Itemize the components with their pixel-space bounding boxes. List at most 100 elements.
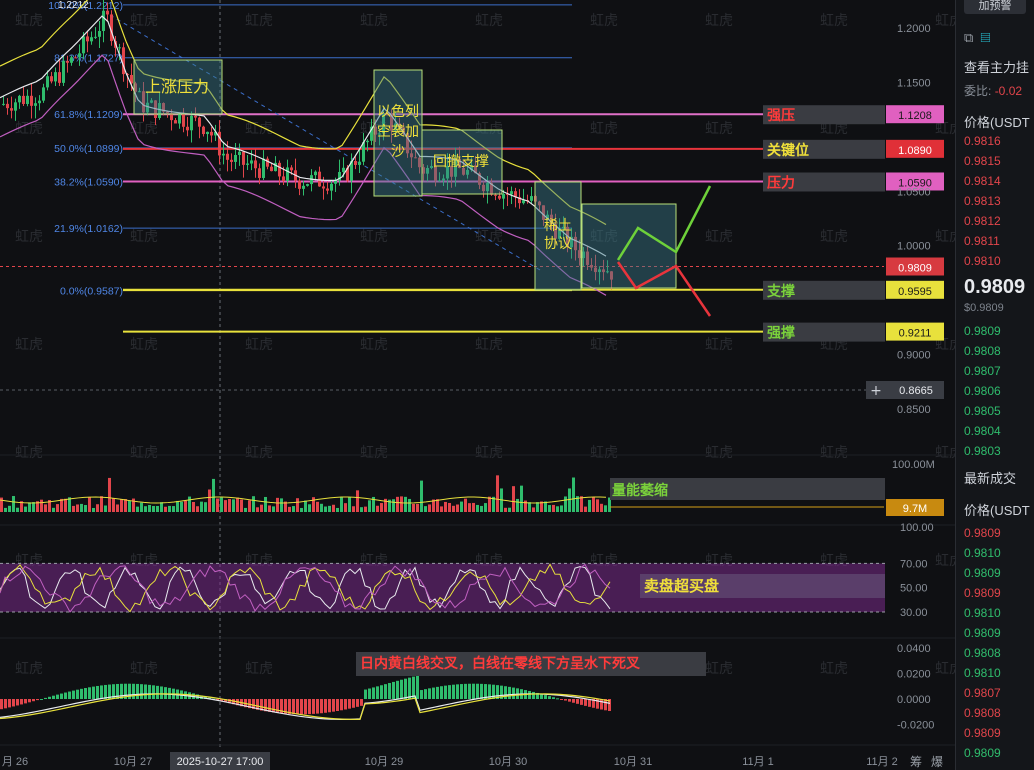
volume-bar [592, 497, 595, 512]
volume-bar [212, 478, 215, 512]
price-chart[interactable]: 虹虎 虹虎 虹虎 虹虎 虹虎 虹虎 虹虎 虹虎 虹虎虹虎 虹虎 虹虎 虹虎 虹虎 虹虎 虹虎 虹虎虹虎 虹虎 虹虎… [0, 0, 1034, 770]
volume-bar [200, 501, 203, 512]
volume-bar [300, 507, 303, 512]
volume-bar [316, 501, 319, 512]
time-tick: 10月 27 [114, 756, 153, 768]
price-level[interactable]: 0.9807 [964, 686, 1001, 700]
panel-icons[interactable]: ⧉ ▤ [964, 30, 990, 46]
volume-bar [352, 506, 355, 512]
macd-bar [512, 687, 515, 699]
volume-bar [28, 502, 31, 512]
candle-body [498, 195, 501, 199]
watermark: 虹虎 [15, 661, 43, 677]
price-level[interactable]: 0.9810 [964, 666, 1001, 680]
candle-body [38, 100, 41, 104]
price-level[interactable]: 0.9811 [964, 234, 1000, 248]
price-level[interactable]: 0.9809 [964, 526, 1001, 540]
ratio-label: 委比: [964, 84, 992, 98]
watermark: 虹虎 [705, 13, 733, 29]
volume-bar [436, 499, 439, 512]
layout-icon[interactable]: ▤ [981, 30, 991, 45]
volume-bar [72, 505, 75, 512]
rsi-tick: 100.00 [900, 522, 934, 534]
volume-bar [376, 505, 379, 512]
macd-bar [440, 686, 443, 699]
volume-bar [336, 507, 339, 512]
price-level[interactable]: 0.9814 [964, 174, 1001, 188]
price-level[interactable]: 0.9809 [964, 324, 1001, 338]
price-level[interactable]: 0.9810 [964, 254, 1001, 268]
price-level[interactable]: 0.9810 [964, 546, 1001, 560]
candle-body [250, 160, 253, 164]
volume-bar [232, 499, 235, 512]
volume-bar [588, 499, 591, 512]
volume-bar [244, 507, 247, 512]
macd-bar [68, 691, 71, 699]
volume-bar [308, 504, 311, 512]
volume-bar [460, 501, 463, 512]
macd-bar [348, 699, 351, 709]
add-alert-button[interactable]: 加预警 [964, 0, 1026, 14]
macd-bar [64, 692, 67, 699]
price-level[interactable]: 0.9809 [964, 586, 1001, 600]
price-level[interactable]: 0.9812 [964, 214, 1001, 228]
macd-bar [272, 699, 275, 713]
candle-body [318, 171, 321, 187]
macd-bar [80, 688, 83, 699]
volume-bar [428, 504, 431, 512]
price-level[interactable]: 0.9809 [964, 726, 1001, 740]
volume-bar [296, 498, 299, 512]
price-level[interactable]: 0.9808 [964, 646, 1001, 660]
price-level[interactable]: 0.9809 [964, 626, 1001, 640]
volume-axis-label: 100.00M [892, 459, 935, 471]
volume-bar [572, 477, 575, 512]
macd-bar [96, 685, 99, 699]
volume-bar [16, 507, 19, 512]
candle-body [186, 126, 189, 131]
macd-bar [0, 699, 3, 710]
volume-bar [560, 505, 563, 512]
price-level[interactable]: 0.9805 [964, 404, 1001, 418]
macd-bar [144, 684, 147, 699]
macd-bar [48, 696, 51, 699]
price-level[interactable]: 0.9810 [964, 606, 1001, 620]
macd-bar [452, 684, 455, 699]
price-level[interactable]: 0.9809 [964, 566, 1001, 580]
price-level[interactable]: 0.9809 [964, 746, 1001, 760]
macd-bar [444, 685, 447, 699]
candle-body [118, 47, 121, 49]
candle-body [222, 153, 225, 156]
macd-bar [368, 688, 371, 699]
trades-title[interactable]: 最新成交 [964, 468, 1016, 487]
candle-body [102, 10, 105, 32]
macd-annotation: 日内黄白线交叉，白线在零线下方呈水下死叉 [360, 655, 641, 672]
volume-bar [360, 507, 363, 512]
macd-bar [84, 688, 87, 699]
main-orders-title[interactable]: 查看主力挂 [964, 57, 1029, 76]
macd-bar [300, 699, 303, 715]
price-level[interactable]: 0.9804 [964, 424, 1001, 438]
price-level[interactable]: 0.9815 [964, 154, 1001, 168]
candle-body [230, 159, 233, 162]
candle-body [62, 61, 65, 83]
price-level[interactable]: 0.9808 [964, 706, 1001, 720]
candle-body [50, 76, 53, 82]
price-level[interactable]: 0.9813 [964, 194, 1001, 208]
macd-bar [288, 699, 291, 714]
price-level[interactable]: 0.9803 [964, 444, 1001, 458]
macd-bar [564, 699, 567, 701]
price-level[interactable]: 0.9816 [964, 134, 1001, 148]
copy-icon[interactable]: ⧉ [964, 30, 973, 45]
macd-bar [580, 699, 583, 705]
price-level[interactable]: 0.9808 [964, 344, 1001, 358]
macd-bar [396, 680, 399, 699]
trades-header: 价格(USDT [964, 503, 1030, 518]
volume-bar [564, 496, 567, 512]
last-price: 0.9809 [964, 276, 1026, 298]
candle-body [78, 53, 81, 58]
macd-bar [32, 699, 35, 702]
annotation-box [581, 203, 677, 289]
price-level[interactable]: 0.9807 [964, 364, 1001, 378]
price-level[interactable]: 0.9806 [964, 384, 1001, 398]
macd-bar [540, 693, 543, 699]
